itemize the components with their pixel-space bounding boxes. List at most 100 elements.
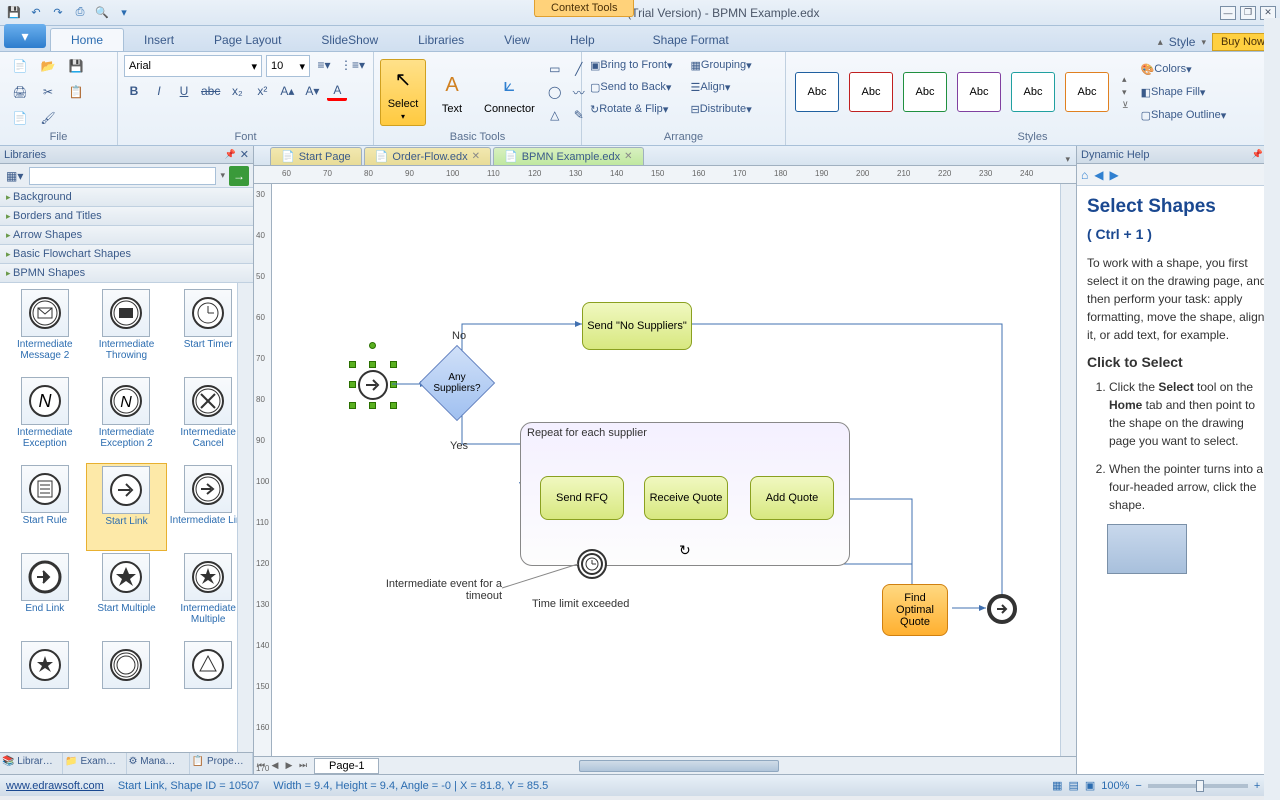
status-url[interactable]: www.edrawsoft.com bbox=[6, 780, 104, 792]
tab-shape-format[interactable]: Shape Format bbox=[633, 29, 749, 51]
close-icon[interactable]: ✕ bbox=[624, 151, 632, 162]
styles-up-icon[interactable]: ▴ bbox=[1122, 74, 1129, 85]
lib-cat-background[interactable]: Background bbox=[0, 188, 253, 207]
styles-down-icon[interactable]: ▾ bbox=[1122, 87, 1129, 98]
copy-icon[interactable]: 📋 bbox=[66, 82, 86, 102]
help-home-icon[interactable]: ⌂ bbox=[1081, 168, 1088, 182]
bring-front-button[interactable]: ▣ Bring to Front ▾ bbox=[588, 55, 679, 75]
qat-print-icon[interactable]: ⎙ bbox=[70, 3, 90, 23]
lib-cat-arrows[interactable]: Arrow Shapes bbox=[0, 226, 253, 245]
lib-cat-bpmn[interactable]: BPMN Shapes bbox=[0, 264, 253, 283]
task-send-rfq[interactable]: Send RFQ bbox=[540, 476, 624, 520]
font-shrink-icon[interactable]: A▾ bbox=[302, 81, 322, 101]
tab-libraries[interactable]: Libraries bbox=[398, 29, 484, 51]
maximize-button[interactable]: ❐ bbox=[1240, 6, 1256, 20]
shape-start-rule[interactable]: Start Rule bbox=[4, 463, 86, 551]
styles-more-icon[interactable]: ⊻ bbox=[1122, 100, 1129, 111]
view-normal-icon[interactable]: ▦ bbox=[1052, 779, 1062, 792]
italic-icon[interactable]: I bbox=[149, 81, 169, 101]
shape2-icon[interactable]: ◯ bbox=[545, 82, 565, 102]
print-icon[interactable]: 🖨 bbox=[10, 82, 30, 102]
shape-extra-1[interactable] bbox=[4, 639, 86, 727]
help-forward-icon[interactable]: ▶ bbox=[1109, 168, 1118, 182]
lib-view-icon[interactable]: ▦▾ bbox=[4, 166, 25, 186]
lib-cat-borders[interactable]: Borders and Titles bbox=[0, 207, 253, 226]
tab-help[interactable]: Help bbox=[550, 29, 615, 51]
qat-dropdown-icon[interactable]: ▾ bbox=[114, 3, 134, 23]
canvas[interactable]: Any Suppliers? No Yes Send "No Suppliers… bbox=[272, 184, 1060, 756]
shape-end-link[interactable]: End Link bbox=[4, 551, 86, 639]
tab-view[interactable]: View bbox=[484, 29, 550, 51]
start-link-event[interactable] bbox=[358, 370, 388, 400]
underline-icon[interactable]: U bbox=[174, 81, 194, 101]
new-icon[interactable]: 📄 bbox=[10, 56, 30, 76]
qat-redo-icon[interactable]: ↷ bbox=[48, 3, 68, 23]
tab-home[interactable]: Home bbox=[50, 28, 124, 51]
help-scrollbar[interactable] bbox=[1264, 18, 1280, 800]
qat-save-icon[interactable]: 💾 bbox=[4, 3, 24, 23]
style-dropdown[interactable]: Style bbox=[1169, 35, 1196, 49]
font-name-combo[interactable]: Arial▾ bbox=[124, 55, 262, 77]
shape-fill-button[interactable]: ◧ Shape Fill ▾ bbox=[1139, 82, 1229, 102]
lib-search-input[interactable] bbox=[29, 167, 216, 185]
shape-intermediate-exception-2[interactable]: NIntermediate Exception 2 bbox=[86, 375, 168, 463]
font-color-icon[interactable]: A bbox=[327, 81, 347, 101]
doc-tab-bpmn[interactable]: 📄 BPMN Example.edx✕ bbox=[493, 147, 644, 165]
end-event[interactable] bbox=[987, 594, 1017, 624]
rotate-flip-button[interactable]: ↻ Rotate & Flip ▾ bbox=[588, 99, 679, 119]
minimize-button[interactable]: — bbox=[1220, 6, 1236, 20]
grouping-button[interactable]: ▦ Grouping ▾ bbox=[689, 55, 780, 75]
connector-tool-button[interactable]: ⟀ Connector bbox=[478, 65, 541, 119]
font-size-combo[interactable]: 10▾ bbox=[266, 55, 310, 77]
task-send-no-suppliers[interactable]: Send "No Suppliers" bbox=[582, 302, 692, 350]
bottom-tab-properties[interactable]: 📋 Prope… bbox=[190, 753, 253, 774]
zoom-out-icon[interactable]: − bbox=[1135, 780, 1141, 792]
page-next-icon[interactable]: ▶ bbox=[282, 760, 296, 771]
shape-start-link[interactable]: Start Link bbox=[86, 463, 168, 551]
style-preset-6[interactable]: Abc bbox=[1065, 72, 1109, 112]
view-outline-icon[interactable]: ▤ bbox=[1068, 779, 1078, 792]
qat-zoom-icon[interactable]: 🔍 bbox=[92, 3, 112, 23]
qat-undo-icon[interactable]: ↶ bbox=[26, 3, 46, 23]
task-receive-quote[interactable]: Receive Quote bbox=[644, 476, 728, 520]
bullets-icon[interactable]: ≡▾ bbox=[314, 55, 334, 75]
style-preset-1[interactable]: Abc bbox=[795, 72, 839, 112]
bottom-tab-libraries[interactable]: 📚 Librar… bbox=[0, 753, 63, 774]
page-last-icon[interactable]: ⏭ bbox=[296, 760, 310, 771]
doc-tabs-dropdown-icon[interactable]: ▾ bbox=[1059, 154, 1076, 165]
strike-icon[interactable]: abc bbox=[199, 81, 222, 101]
distribute-button[interactable]: ⊟ Distribute ▾ bbox=[689, 99, 780, 119]
format-painter-icon[interactable]: 🖌 bbox=[38, 108, 58, 128]
gateway-any-suppliers[interactable]: Any Suppliers? bbox=[430, 356, 484, 410]
shape-intermediate-message-2[interactable]: Intermediate Message 2 bbox=[4, 287, 86, 375]
page-tab-1[interactable]: Page-1 bbox=[314, 758, 379, 774]
close-icon[interactable]: ✕ bbox=[472, 151, 480, 162]
selected-shape[interactable] bbox=[352, 364, 394, 406]
numbering-icon[interactable]: ⋮≡▾ bbox=[338, 55, 367, 75]
lib-go-icon[interactable]: → bbox=[229, 166, 249, 186]
tab-slideshow[interactable]: SlideShow bbox=[301, 29, 398, 51]
page-prev-icon[interactable]: ◀ bbox=[268, 760, 282, 771]
shape3-icon[interactable]: △ bbox=[545, 105, 565, 125]
canvas-scrollbar-v[interactable] bbox=[1060, 184, 1076, 756]
paste-icon[interactable]: 📄 bbox=[10, 108, 30, 128]
task-find-optimal[interactable]: Find Optimal Quote bbox=[882, 584, 948, 636]
canvas-scrollbar-h[interactable] bbox=[399, 759, 1076, 773]
shapes-scrollbar[interactable] bbox=[237, 283, 253, 752]
doc-tab-start[interactable]: 📄 Start Page bbox=[270, 147, 362, 165]
lib-cat-flowchart[interactable]: Basic Flowchart Shapes bbox=[0, 245, 253, 264]
shape-intermediate-throwing[interactable]: Intermediate Throwing bbox=[86, 287, 168, 375]
doc-tab-order-flow[interactable]: 📄 Order-Flow.edx✕ bbox=[364, 147, 491, 165]
text-tool-button[interactable]: A Text bbox=[430, 65, 474, 119]
shape-start-multiple[interactable]: Start Multiple bbox=[86, 551, 168, 639]
bold-icon[interactable]: B bbox=[124, 81, 144, 101]
open-icon[interactable]: 📂 bbox=[38, 56, 58, 76]
shape1-icon[interactable]: ▭ bbox=[545, 59, 565, 79]
send-back-button[interactable]: ▢ Send to Back ▾ bbox=[588, 77, 679, 97]
select-tool-button[interactable]: ↖ Select ▾ bbox=[380, 59, 426, 126]
bottom-tab-manager[interactable]: ⚙ Mana… bbox=[127, 753, 190, 774]
libraries-close-icon[interactable]: ✕ bbox=[240, 148, 249, 161]
style-preset-5[interactable]: Abc bbox=[1011, 72, 1055, 112]
app-button[interactable]: ▾ bbox=[4, 24, 46, 48]
style-preset-2[interactable]: Abc bbox=[849, 72, 893, 112]
